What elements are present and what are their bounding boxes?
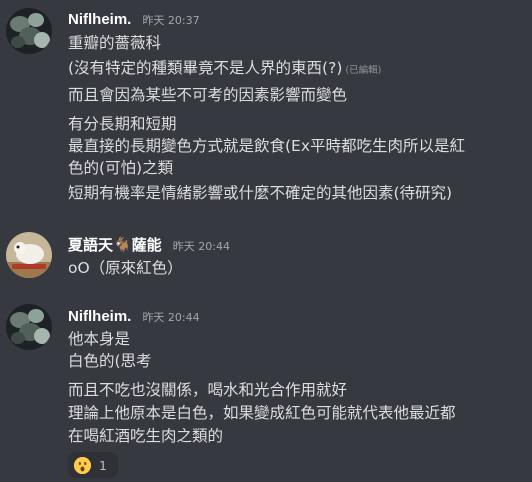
message-line: 最直接的長期變色方式就是飲食(Ex平時都吃生肉所以是紅 — [68, 137, 466, 155]
avatar[interactable] — [6, 8, 52, 54]
message-line: 他本身是 — [68, 330, 131, 348]
timestamp: 昨天 20:37 — [142, 14, 200, 27]
avatar[interactable] — [6, 232, 52, 278]
message-line: 理論上他原本是白色，如果變成紅色可能就代表他最近都 — [68, 404, 456, 422]
message-line: 在喝紅酒吃生肉之類的 — [68, 427, 224, 445]
timestamp: 昨天 20:44 — [172, 240, 230, 253]
username[interactable]: Niflheim. — [68, 308, 131, 325]
message-line: 有分長期和短期 — [68, 115, 177, 133]
message-line: (沒有特定的種類畢竟不是人界的東西(?) (已編輯) — [68, 58, 381, 81]
message-line: 重瓣的薔薇科 — [68, 34, 162, 52]
message-line: 而且會因為某些不可考的因素影響而變色 — [68, 86, 348, 104]
message-text: (沒有特定的種類畢竟不是人界的東西(?) — [68, 59, 343, 77]
message-line: 白色的(思考 — [68, 352, 152, 370]
message-line: 短期有機率是情緒影響或什麼不確定的其他因素(待研究) — [68, 184, 453, 202]
username[interactable]: Niflheim. — [68, 11, 131, 28]
hushed-face-emoji-icon — [74, 456, 91, 474]
message-line: 色的(可怕)之類 — [68, 159, 174, 177]
message-line: oO（原來紅色） — [68, 259, 183, 277]
timestamp: 昨天 20:44 — [142, 311, 200, 324]
username[interactable]: 夏語天🐐薩能 — [68, 237, 162, 254]
reaction-button[interactable]: 1 — [68, 452, 118, 478]
reaction-count: 1 — [99, 457, 107, 473]
avatar[interactable] — [6, 304, 52, 350]
message-line: 而且不吃也沒關係，喝水和光合作用就好 — [68, 381, 348, 399]
edited-label: (已編輯) — [345, 65, 382, 76]
